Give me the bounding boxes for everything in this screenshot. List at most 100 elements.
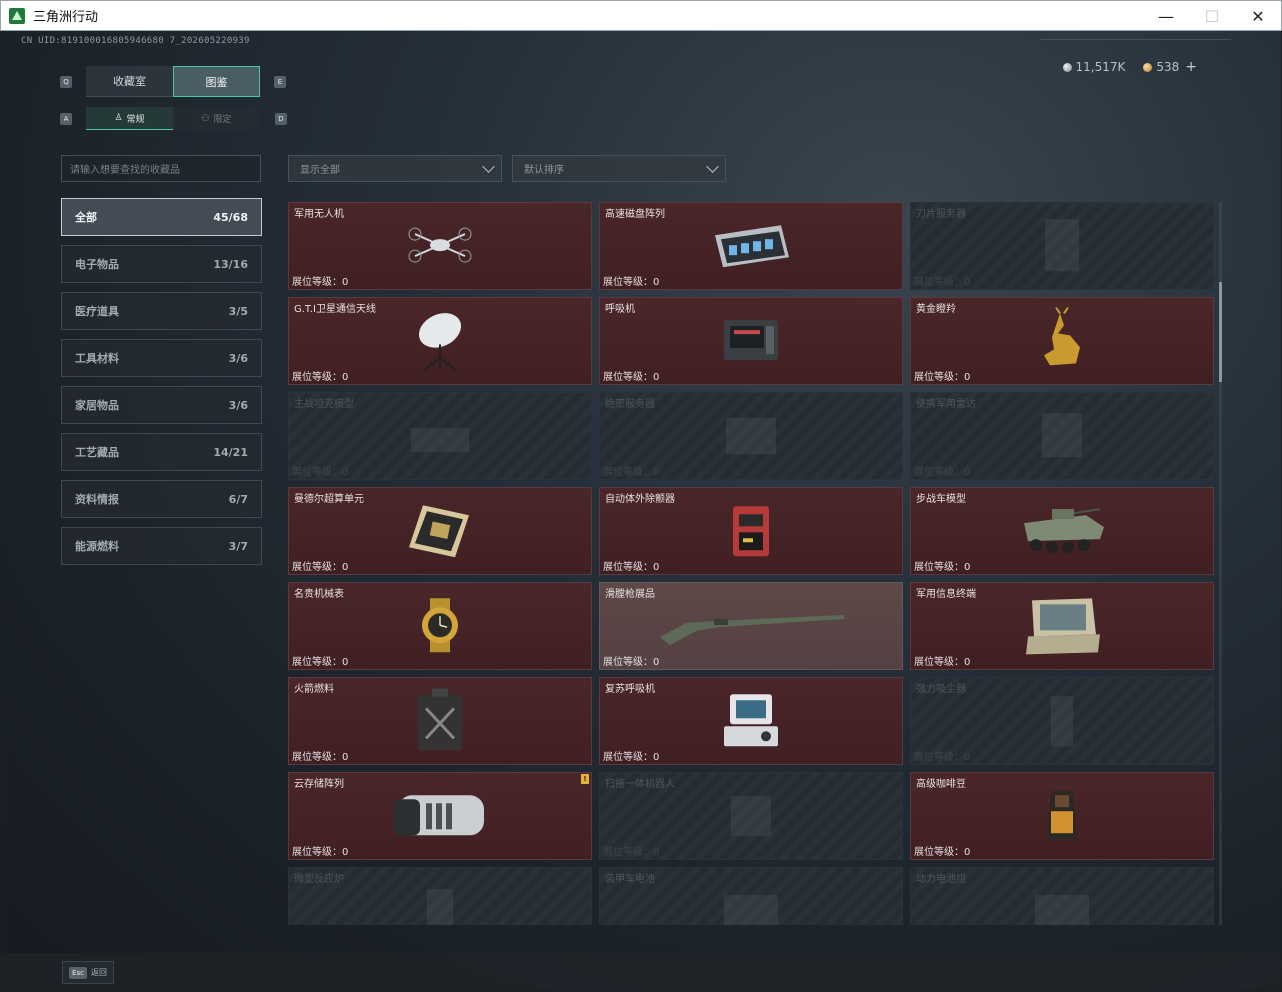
- item-display-level: 展位等级：0: [603, 277, 660, 288]
- maximize-button[interactable]: ☐: [1189, 1, 1235, 31]
- category-count: 3/7: [228, 539, 248, 553]
- collection-item-card[interactable]: 绝密服务器展位等级：0: [599, 392, 903, 480]
- category-count: 3/5: [228, 304, 248, 318]
- collection-item-card[interactable]: 军用信息终端 展位等级：0: [910, 582, 1214, 670]
- item-display-level: 展位等级：0: [292, 562, 349, 573]
- category-item[interactable]: 全部 45/68: [61, 198, 262, 236]
- item-name: 名贵机械表: [294, 589, 344, 600]
- collection-item-card[interactable]: 云存储阵列展位等级：0!: [288, 772, 592, 860]
- item-name: 强力吸尘器: [916, 684, 966, 695]
- ventilator-icon: [720, 314, 782, 370]
- scrollbar-thumb[interactable]: [1219, 282, 1222, 382]
- collection-item-card[interactable]: 自动体外除颤器 展位等级：0: [599, 487, 903, 575]
- item-display-level: 展位等级：0: [914, 372, 971, 383]
- item-display-level: 展位等级：0: [292, 467, 349, 478]
- silver-amount: 11,517K: [1075, 60, 1126, 74]
- rocket-fuel-icon: [412, 688, 468, 756]
- collection-item-card[interactable]: 动力电池组展位等级：0: [910, 867, 1214, 925]
- close-button[interactable]: ✕: [1235, 1, 1281, 31]
- collection-item-card[interactable]: 刀片服务器 展位等级：0: [910, 202, 1214, 290]
- chevron-down-icon: [482, 160, 495, 173]
- item-display-level: 展位等级：0: [914, 847, 971, 858]
- app-logo-icon: [9, 7, 25, 24]
- item-name: 绝密服务器: [605, 399, 655, 410]
- vacuum-icon: [1037, 690, 1087, 754]
- collection-item-card[interactable]: 军用无人机 展位等级：0: [288, 202, 592, 290]
- category-count: 6/7: [228, 492, 248, 506]
- server-icon: [716, 410, 786, 464]
- gold-coin-icon: [1143, 62, 1153, 72]
- category-item[interactable]: 能源燃料 3/7: [61, 527, 262, 565]
- category-label: 全部: [75, 211, 97, 224]
- add-currency-button[interactable]: +: [1185, 59, 1197, 75]
- supercompute-unit-icon: [407, 501, 473, 563]
- collection-item-card[interactable]: 扫拖一体机器人 展位等级：0: [599, 772, 903, 860]
- filter-dropdown[interactable]: 显示全部: [288, 155, 502, 182]
- category-list: 全部 45/68 电子物品 13/16 医疗道具 3/5 工具材料 3/6 家居物品 3/6 工艺藏…: [61, 198, 262, 574]
- sub-tabs: ♙ 常规 ⚇ 限定: [86, 107, 260, 130]
- collection-item-card[interactable]: 强力吸尘器 展位等级：0: [910, 677, 1214, 765]
- subtab-regular[interactable]: ♙ 常规: [86, 107, 173, 130]
- item-display-level: 展位等级：0: [292, 847, 349, 858]
- collection-item-card[interactable]: 呼吸机 展位等级：0: [599, 297, 903, 385]
- tab-codex[interactable]: 图鉴: [173, 66, 260, 97]
- collection-item-card[interactable]: 名贵机械表展位等级：0: [288, 582, 592, 670]
- item-name: 自动体外除颤器: [605, 494, 675, 505]
- new-flag-icon: !: [581, 774, 589, 784]
- item-name: 云存储阵列: [294, 779, 344, 790]
- subtab-prev-key-icon: A: [60, 113, 72, 125]
- collection-item-card[interactable]: 主战坦克模型 展位等级：0: [288, 392, 592, 480]
- tank-model-icon: [405, 410, 475, 464]
- chevron-down-icon: [706, 160, 719, 173]
- ifv-model-icon: [1016, 505, 1108, 559]
- back-button[interactable]: Esc 返回: [62, 961, 114, 984]
- battery-icon: [716, 885, 786, 925]
- item-display-level: 展位等级：0: [603, 467, 660, 478]
- collection-item-card[interactable]: G.T.I卫星通信天线 展位等级：0: [288, 297, 592, 385]
- category-item[interactable]: 工艺藏品 14/21: [61, 433, 262, 471]
- collection-item-card[interactable]: 微型反应炉展位等级：0: [288, 867, 592, 925]
- grid-scrollbar[interactable]: [1219, 202, 1222, 925]
- filter-dropdown-value: 显示全部: [300, 165, 340, 176]
- tab-collection-room[interactable]: 收藏室: [86, 66, 173, 97]
- collection-item-card[interactable]: 高级咖啡豆 展位等级：0: [910, 772, 1214, 860]
- item-name: 微型反应炉: [294, 874, 344, 885]
- item-name: 主战坦克模型: [294, 399, 354, 410]
- category-item[interactable]: 家居物品 3/6: [61, 386, 262, 424]
- collection-item-card[interactable]: 便携军用雷达 展位等级：0: [910, 392, 1214, 480]
- collection-item-card[interactable]: 步战车模型 展位等级：0: [910, 487, 1214, 575]
- item-name: 黄金瞪羚: [916, 304, 956, 315]
- collection-item-card[interactable]: 滑膛枪展品 展位等级：0: [599, 582, 903, 670]
- item-display-level: 展位等级：0: [603, 657, 660, 668]
- minimize-button[interactable]: —: [1143, 1, 1189, 31]
- category-item[interactable]: 电子物品 13/16: [61, 245, 262, 283]
- drone-icon: [405, 220, 475, 274]
- collection-item-card[interactable]: 黄金瞪羚展位等级：0: [910, 297, 1214, 385]
- main-tabs: 收藏室 图鉴: [86, 66, 260, 97]
- item-name: 曼德尔超算单元: [294, 494, 364, 505]
- resuscitator-icon: [720, 690, 782, 754]
- category-item[interactable]: 工具材料 3/6: [61, 339, 262, 377]
- sort-dropdown[interactable]: 默认排序: [512, 155, 726, 182]
- subtab-limited-label: 限定: [213, 115, 232, 125]
- blade-server-icon: [1037, 215, 1087, 279]
- collection-item-card[interactable]: 复苏呼吸机 展位等级：0: [599, 677, 903, 765]
- category-count: 3/6: [228, 351, 248, 365]
- subtab-limited[interactable]: ⚇ 限定: [173, 107, 260, 130]
- collection-item-card[interactable]: 火箭燃料 展位等级：0: [288, 677, 592, 765]
- collection-item-card[interactable]: 装甲车电池展位等级：0: [599, 867, 903, 925]
- search-input[interactable]: 请输入想要查找的收藏品: [61, 155, 261, 182]
- silver-currency: 11,517K: [1062, 60, 1126, 74]
- collection-item-card[interactable]: 曼德尔超算单元 展位等级：0: [288, 487, 592, 575]
- item-display-level: 展位等级：0: [603, 847, 660, 858]
- category-item[interactable]: 医疗道具 3/5: [61, 292, 262, 330]
- category-item[interactable]: 资料情报 6/7: [61, 480, 262, 518]
- item-display-level: 展位等级：0: [292, 657, 349, 668]
- category-label: 医疗道具: [75, 305, 119, 318]
- collection-item-card[interactable]: 高速磁盘阵列 展位等级：0: [599, 202, 903, 290]
- category-count: 14/21: [213, 445, 248, 459]
- collection-grid: 军用无人机 展位等级：0 高速磁盘阵列 展位等级：0 刀片服务器 展位等级：0 G.T.I卫…: [288, 202, 1215, 925]
- radar-icon: [1032, 407, 1092, 467]
- item-name: 火箭燃料: [294, 684, 334, 695]
- category-label: 资料情报: [75, 493, 119, 506]
